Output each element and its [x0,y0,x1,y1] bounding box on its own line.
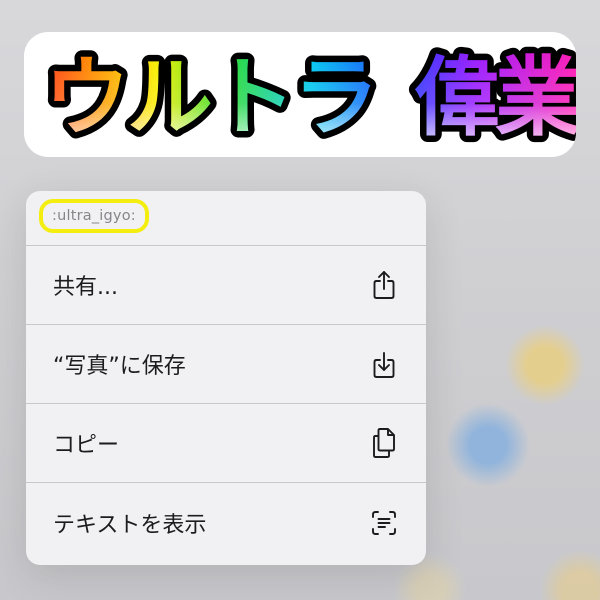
save-to-photos-menu-item[interactable]: “写真”に保存 [26,325,426,404]
save-download-icon [370,348,398,380]
show-text-menu-item[interactable]: テキストを表示 [26,483,426,562]
sticker-glyph: ウ [44,48,130,148]
share-icon [370,269,398,301]
save-to-photos-label: “写真”に保存 [53,354,186,379]
copy-label: コピー [53,433,120,458]
show-text-label: テキストを表示 [53,512,207,538]
share-label: 共有... [53,275,118,300]
menu-header: :ultra_igyo: [26,191,426,246]
copy-icon [370,427,398,459]
copy-menu-item[interactable]: コピー [26,404,426,483]
sticker-glyph: ト [210,48,296,148]
sticker-glyph: ラ [293,48,379,148]
sticker-glyph: 業 [495,48,576,148]
share-menu-item[interactable]: 共有... [26,246,426,325]
context-menu: :ultra_igyo: 共有... “写真”に保存 コピー テキストを表示 [26,191,426,565]
emoji-shortcode-label: :ultra_igyo: [39,199,149,233]
live-text-icon [370,507,398,539]
emoji-sticker-preview: ウルトラ偉業ウルトラ偉業ウルトラ偉業ウルトラ偉業 [24,32,576,157]
sticker-glyph: 偉 [414,48,500,148]
sticker-glyph: ル [127,48,213,148]
rainbow-text-art: ウルトラ 偉業ウルトラ 偉業ウルトラ 偉業ウルトラ 偉業 [33,37,576,157]
